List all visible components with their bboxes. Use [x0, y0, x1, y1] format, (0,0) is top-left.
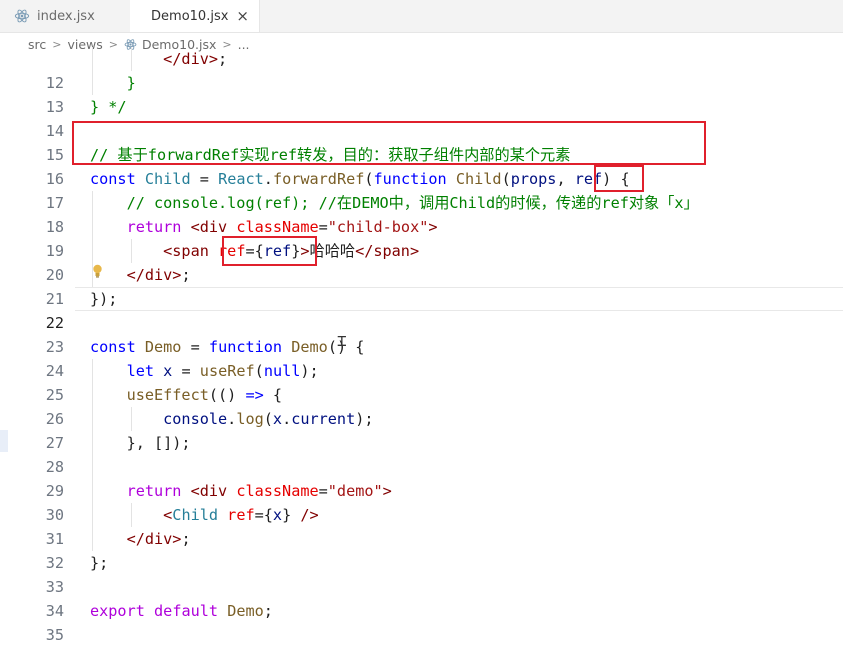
code-line: 34 — [0, 575, 843, 620]
code-text: }, []); — [90, 434, 191, 452]
code-editor[interactable]: 12 </div>; 13 } 14 } */ 15 16 // 基于forwa… — [0, 47, 843, 663]
line-number: 35 — [45, 626, 64, 644]
code-text: <Child ref={x} /> — [90, 506, 319, 524]
react-icon — [14, 9, 30, 23]
code-text: } */ — [90, 98, 127, 116]
close-icon[interactable]: × — [236, 8, 249, 24]
code-line: 21 </div>; — [0, 263, 843, 308]
code-text: export default Demo; — [90, 602, 273, 620]
code-text: </div>; — [90, 266, 191, 284]
code-text: </div>; — [90, 530, 191, 548]
code-line: 23 — [0, 311, 843, 356]
code-line: 12 </div>; — [0, 47, 843, 92]
code-text: }); — [90, 290, 118, 308]
tab-label: index.jsx — [37, 8, 95, 24]
code-line: 30 return <div className="demo"> — [0, 479, 843, 524]
code-text: }; — [90, 554, 109, 572]
annotation-box-ref-attr — [222, 236, 317, 266]
code-line: 17 const Child = React.forwardRef(functi… — [0, 167, 843, 212]
code-line: 29 — [0, 455, 843, 500]
code-line: 24 const Demo = function Demo() { — [0, 335, 843, 380]
code-line: 14 } */ — [0, 95, 843, 140]
annotation-box-comment — [72, 121, 706, 165]
annotation-box-ref-param — [594, 165, 644, 192]
tab-label: Demo10.jsx — [151, 8, 229, 24]
code-text: const Child = React.forwardRef(function … — [90, 170, 630, 188]
tab-index-jsx[interactable]: index.jsx — [0, 0, 130, 32]
code-line: 33 }; — [0, 551, 843, 596]
code-line: 26 useEffect(() => { — [0, 383, 843, 428]
code-line: 28 }, []); — [0, 431, 843, 476]
tab-bar: index.jsx Demo10.jsx × — [0, 0, 843, 33]
code-line: 32 </div>; — [0, 527, 843, 572]
code-line: 18 // console.log(ref); //在DEMO中，调用Child… — [0, 191, 843, 236]
text-cursor-icon: ⌶ — [337, 331, 347, 350]
code-line: 20 <span ref={ref}>哈哈哈</span> — [0, 239, 843, 284]
code-text: const Demo = function Demo() { — [90, 338, 365, 356]
code-line: 35 export default Demo; — [0, 599, 843, 644]
code-line: 31 <Child ref={x} /> — [0, 503, 843, 548]
code-text: return <div className="demo"> — [90, 482, 392, 500]
tab-demo10-jsx[interactable]: Demo10.jsx × — [130, 0, 260, 32]
code-line-current: 22 }); — [0, 287, 843, 332]
lightbulb-icon[interactable] — [92, 264, 103, 278]
code-line: 27 console.log(x.current); — [0, 407, 843, 452]
code-line: 25 let x = useRef(null); — [0, 359, 843, 404]
code-text: useEffect(() => { — [90, 386, 283, 404]
code-line: 19 return <div className="child-box"> — [0, 215, 843, 260]
code-comment: // console.log(ref); //在DEMO中，调用Child的时候… — [90, 194, 699, 212]
code-text: console.log(x.current); — [90, 410, 374, 428]
code-text: </div>; — [90, 50, 228, 68]
code-text: } — [90, 74, 136, 92]
code-line: 13 } — [0, 71, 843, 116]
code-text: let x = useRef(null); — [90, 362, 319, 380]
